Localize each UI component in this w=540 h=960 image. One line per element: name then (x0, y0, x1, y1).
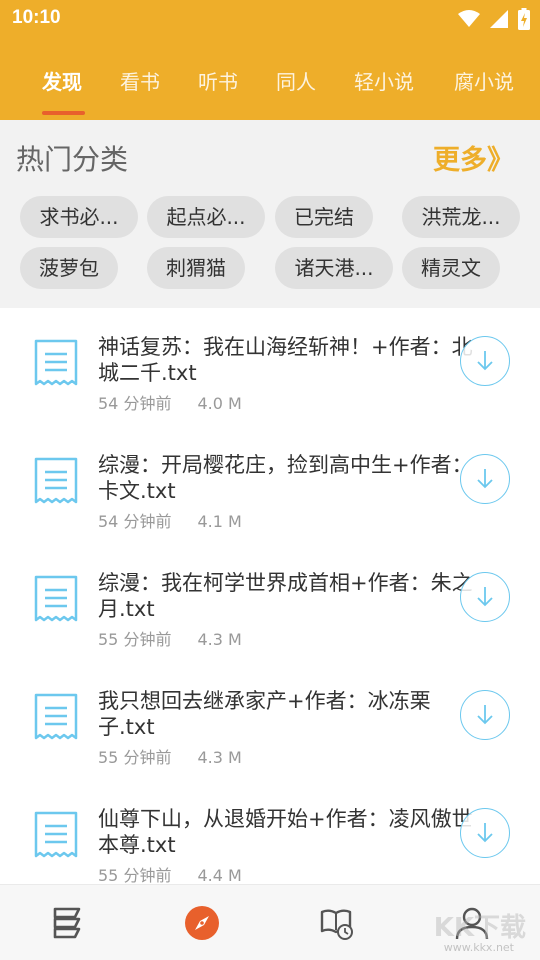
item-meta: 55 分钟前 4.3 M (98, 626, 242, 650)
download-arrow-icon (476, 586, 493, 606)
item-time: 55 分钟前 (98, 748, 172, 767)
download-arrow-icon (476, 822, 493, 842)
tab-bl-novel[interactable]: 腐小说 (454, 66, 514, 95)
tab-listen[interactable]: 听书 (198, 66, 238, 95)
item-size: 4.3 M (197, 748, 242, 767)
book-list: 神话复苏：我在山海经斩神！+作者：北城二千.txt 54 分钟前 4.0 M 综漫… (0, 308, 540, 884)
item-meta: 54 分钟前 4.0 M (98, 390, 242, 414)
watermark-url: www.kkx.net (443, 941, 514, 954)
list-item[interactable]: 我只想回去继承家产+作者：冰冻栗子.txt 55 分钟前 4.3 M (0, 662, 540, 780)
category-chip[interactable]: 起点必... (147, 196, 265, 238)
signal-icon (490, 10, 508, 28)
history-icon[interactable] (319, 905, 355, 941)
app-header: 10:10 发现 看书 听书 同人 轻小说 腐小说 (0, 0, 540, 120)
more-link[interactable]: 更多》 (433, 138, 514, 177)
category-chip[interactable]: 刺猬猫 (147, 247, 245, 289)
status-icons (458, 8, 530, 30)
item-meta: 55 分钟前 4.3 M (98, 744, 242, 768)
list-item[interactable]: 综漫：我在柯学世界成首相+作者：朱之月.txt 55 分钟前 4.3 M (0, 544, 540, 662)
item-time: 55 分钟前 (98, 630, 172, 649)
item-title: 仙尊下山，从退婚开始+作者：凌风傲世本尊.txt (98, 807, 473, 857)
item-size: 4.1 M (197, 512, 242, 531)
status-time: 10:10 (12, 7, 61, 28)
top-tabs: 发现 看书 听书 同人 轻小说 腐小说 (0, 58, 540, 120)
item-title: 神话复苏：我在山海经斩神！+作者：北城二千.txt (98, 335, 473, 385)
item-title: 综漫：开局樱花庄，捡到高中生+作者：卡文.txt (98, 453, 473, 503)
item-title: 我只想回去继承家产+作者：冰冻栗子.txt (98, 689, 431, 739)
item-time: 54 分钟前 (98, 512, 172, 531)
document-icon (34, 457, 78, 504)
item-meta: 55 分钟前 4.4 M (98, 862, 242, 884)
hot-categories: 热门分类 更多》 求书必... 起点必... 已完结 洪荒龙... 菠萝包 刺猬… (0, 120, 540, 308)
document-icon (34, 575, 78, 622)
document-icon (34, 693, 78, 740)
item-size: 4.0 M (197, 394, 242, 413)
wifi-icon (458, 10, 480, 27)
tab-light-novel[interactable]: 轻小说 (354, 66, 414, 95)
category-chip[interactable]: 诸天港... (275, 247, 393, 289)
category-chip[interactable]: 精灵文 (402, 247, 500, 289)
category-chip[interactable]: 已完结 (275, 196, 373, 238)
document-icon (34, 811, 78, 858)
list-item[interactable]: 仙尊下山，从退婚开始+作者：凌风傲世本尊.txt 55 分钟前 4.4 M (0, 780, 540, 884)
status-bar: 10:10 (0, 0, 540, 36)
list-item[interactable]: 神话复苏：我在山海经斩神！+作者：北城二千.txt 54 分钟前 4.0 M (0, 308, 540, 426)
active-tab-indicator (42, 111, 85, 115)
battery-icon (518, 8, 530, 30)
watermark-logo: KK下载 (433, 913, 526, 943)
category-chip[interactable]: 菠萝包 (20, 247, 118, 289)
item-size: 4.4 M (197, 866, 242, 884)
item-meta: 54 分钟前 4.1 M (98, 508, 242, 532)
download-arrow-icon (476, 468, 493, 488)
download-arrow-icon (476, 704, 493, 724)
tab-fanfic[interactable]: 同人 (276, 66, 316, 95)
item-title: 综漫：我在柯学世界成首相+作者：朱之月.txt (98, 571, 473, 621)
download-button[interactable] (460, 808, 510, 858)
bottom-nav: KK下载 www.kkx.net (0, 884, 540, 960)
bookshelf-icon[interactable] (49, 905, 85, 941)
compass-icon[interactable] (184, 905, 220, 941)
list-item[interactable]: 综漫：开局樱花庄，捡到高中生+作者：卡文.txt 54 分钟前 4.1 M (0, 426, 540, 544)
category-chip[interactable]: 求书必... (20, 196, 138, 238)
tab-discover[interactable]: 发现 (42, 66, 82, 95)
section-title: 热门分类 (16, 143, 129, 176)
document-icon (34, 339, 78, 386)
tab-read[interactable]: 看书 (120, 66, 160, 95)
item-size: 4.3 M (197, 630, 242, 649)
download-button[interactable] (460, 690, 510, 740)
download-arrow-icon (476, 350, 493, 370)
download-button[interactable] (460, 336, 510, 386)
item-time: 55 分钟前 (98, 866, 172, 884)
item-time: 54 分钟前 (98, 394, 172, 413)
category-chip[interactable]: 洪荒龙... (402, 196, 520, 238)
download-button[interactable] (460, 572, 510, 622)
download-button[interactable] (460, 454, 510, 504)
